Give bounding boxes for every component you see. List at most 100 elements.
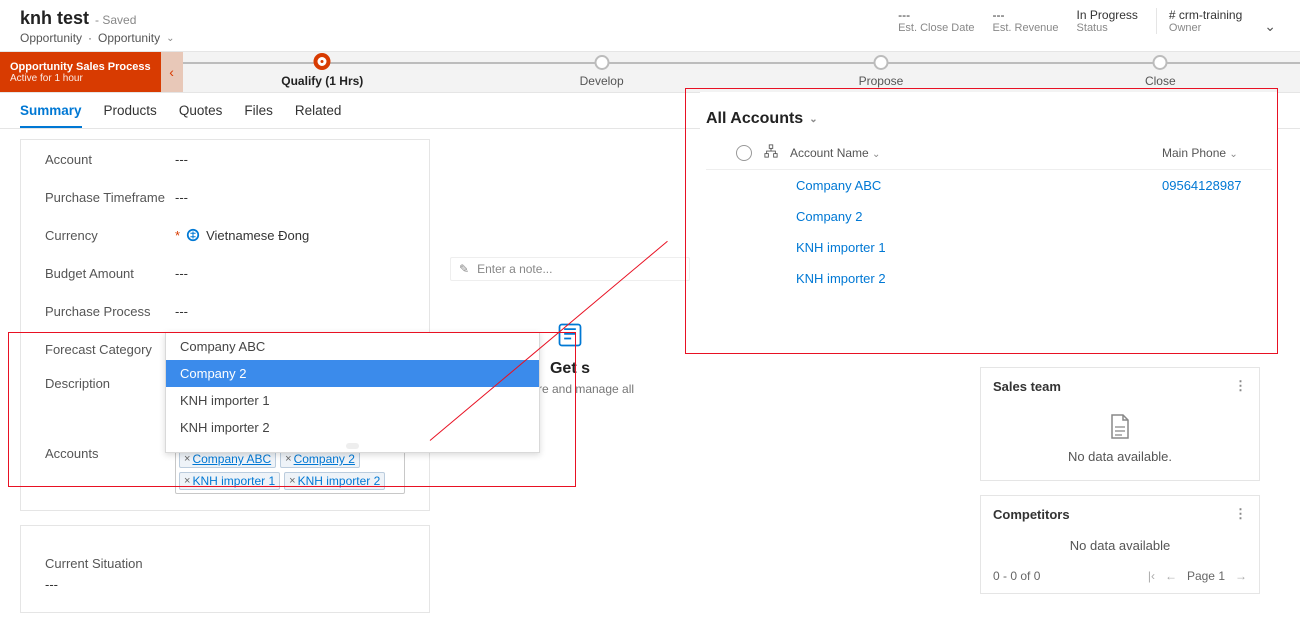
process-value[interactable]: --- [175, 304, 417, 319]
panel-menu-icon[interactable]: ⋮ [1234, 378, 1247, 394]
close-date-value: --- [898, 8, 974, 22]
situation-label: Current Situation [45, 556, 143, 571]
chip-remove-icon[interactable]: × [289, 475, 295, 487]
stage-dot-icon [314, 53, 331, 70]
pager-page: Page 1 [1187, 569, 1225, 583]
account-chip[interactable]: ×KNH importer 1 [179, 472, 280, 490]
accounts-input[interactable]: ×Company ABC ×Company 2 ×KNH importer 1 … [175, 446, 405, 494]
budget-label: Budget Amount [45, 266, 175, 281]
note-input[interactable]: ✎ Enter a note... [450, 257, 690, 281]
saved-status: - Saved [95, 13, 136, 27]
revenue-label: Est. Revenue [993, 22, 1059, 34]
chip-link[interactable]: Company 2 [294, 452, 355, 466]
chip-link[interactable]: KNH importer 2 [298, 474, 381, 488]
select-all-radio[interactable] [736, 145, 752, 161]
dropdown-item-selected[interactable]: Company 2 [166, 360, 539, 387]
account-link[interactable]: Company 2 [796, 209, 1150, 224]
stage-dot-icon [594, 55, 609, 70]
account-row[interactable]: KNH importer 1 [706, 232, 1272, 263]
account-link[interactable]: KNH importer 2 [796, 271, 1150, 286]
situation-value[interactable]: --- [45, 577, 417, 592]
stage-propose[interactable]: Propose [741, 52, 1020, 92]
currency-value[interactable]: Vietnamese Đong [186, 228, 417, 243]
stage-label: Close [1145, 74, 1176, 88]
sales-team-empty: No data available. [993, 449, 1247, 464]
currency-text: Vietnamese Đong [206, 228, 309, 243]
status-value: In Progress [1077, 8, 1138, 22]
chip-remove-icon[interactable]: × [285, 453, 291, 465]
stage-label: Develop [580, 74, 624, 88]
currency-icon [186, 228, 200, 242]
dropdown-item[interactable]: KNH importer 2 [166, 414, 539, 441]
process-active: Active for 1 hour [10, 73, 151, 84]
panel-menu-icon[interactable]: ⋮ [1234, 506, 1247, 522]
dropdown-scrollbar[interactable] [346, 443, 359, 449]
expand-chevron-icon[interactable]: ⌄ [1260, 18, 1280, 35]
tab-files[interactable]: Files [244, 103, 273, 128]
tab-quotes[interactable]: Quotes [179, 103, 223, 128]
all-accounts-title[interactable]: All Accounts [706, 110, 803, 128]
process-name: Opportunity Sales Process [10, 61, 151, 73]
dropdown-item[interactable]: Company ABC [166, 333, 539, 360]
breadcrumb: Opportunity · Opportunity ⌄ [20, 31, 174, 45]
status-label: Status [1077, 22, 1138, 34]
process-flag[interactable]: Opportunity Sales Process Active for 1 h… [0, 52, 161, 92]
account-row[interactable]: Company 2 [706, 201, 1272, 232]
pager-range: 0 - 0 of 0 [993, 569, 1040, 583]
account-link[interactable]: Company ABC [796, 178, 1150, 193]
hierarchy-icon[interactable] [764, 144, 778, 161]
description-label: Description [45, 376, 175, 391]
timeframe-label: Purchase Timeframe [45, 190, 175, 205]
stage-close[interactable]: Close [1021, 52, 1300, 92]
process-back-button[interactable]: ‹ [161, 52, 183, 92]
budget-value[interactable]: --- [175, 266, 417, 281]
account-row[interactable]: Company ABC 09564128987 [706, 170, 1272, 201]
stage-qualify[interactable]: Qualify (1 Hrs) [183, 52, 462, 92]
note-placeholder: Enter a note... [477, 262, 552, 276]
account-value[interactable]: --- [175, 152, 417, 167]
col-account-name[interactable]: Account Name ⌄ [790, 146, 1150, 160]
account-label: Account [45, 152, 175, 167]
tab-related[interactable]: Related [295, 103, 342, 128]
accounts-dropdown[interactable]: Company ABC Company 2 KNH importer 1 KNH… [165, 332, 540, 453]
note-icon: ✎ [459, 262, 469, 276]
forecast-label: Forecast Category [45, 342, 175, 357]
timeframe-value[interactable]: --- [175, 190, 417, 205]
chip-link[interactable]: KNH importer 1 [192, 474, 275, 488]
col-main-phone[interactable]: Main Phone ⌄ [1162, 146, 1272, 160]
dropdown-item[interactable]: KNH importer 1 [166, 387, 539, 414]
owner-label: Owner [1169, 22, 1242, 34]
tab-products[interactable]: Products [104, 103, 157, 128]
account-row[interactable]: KNH importer 2 [706, 263, 1272, 294]
account-chip[interactable]: ×KNH importer 2 [284, 472, 385, 490]
entity-label: Opportunity [20, 31, 82, 45]
stage-develop[interactable]: Develop [462, 52, 741, 92]
chip-remove-icon[interactable]: × [184, 475, 190, 487]
prev-page-icon[interactable]: ← [1165, 569, 1177, 583]
page-title: knh test [20, 8, 89, 29]
owner-link[interactable]: # crm-training [1169, 8, 1242, 22]
stage-dot-icon [1153, 55, 1168, 70]
first-page-icon[interactable]: |‹ [1148, 569, 1155, 583]
stage-label: Propose [859, 74, 904, 88]
chevron-down-icon[interactable]: ⌄ [166, 33, 174, 44]
revenue-value: --- [993, 8, 1059, 22]
document-icon [1109, 414, 1131, 443]
tab-summary[interactable]: Summary [20, 103, 82, 128]
sales-team-title: Sales team [993, 379, 1061, 394]
chevron-down-icon[interactable]: ⌄ [809, 114, 817, 125]
close-date-label: Est. Close Date [898, 22, 974, 34]
dot-sep: · [88, 31, 92, 45]
competitors-title: Competitors [993, 507, 1070, 522]
process-label: Purchase Process [45, 304, 175, 319]
currency-label: Currency [45, 228, 175, 243]
chip-remove-icon[interactable]: × [184, 453, 190, 465]
competitors-empty: No data available [1070, 538, 1170, 553]
next-page-icon[interactable]: → [1235, 569, 1247, 583]
account-link[interactable]: KNH importer 1 [796, 240, 1150, 255]
chip-link[interactable]: Company ABC [192, 452, 271, 466]
required-mark: * [175, 228, 180, 243]
phone-link[interactable]: 09564128987 [1162, 178, 1272, 193]
form-label[interactable]: Opportunity [98, 31, 160, 45]
accounts-label: Accounts [45, 446, 175, 461]
